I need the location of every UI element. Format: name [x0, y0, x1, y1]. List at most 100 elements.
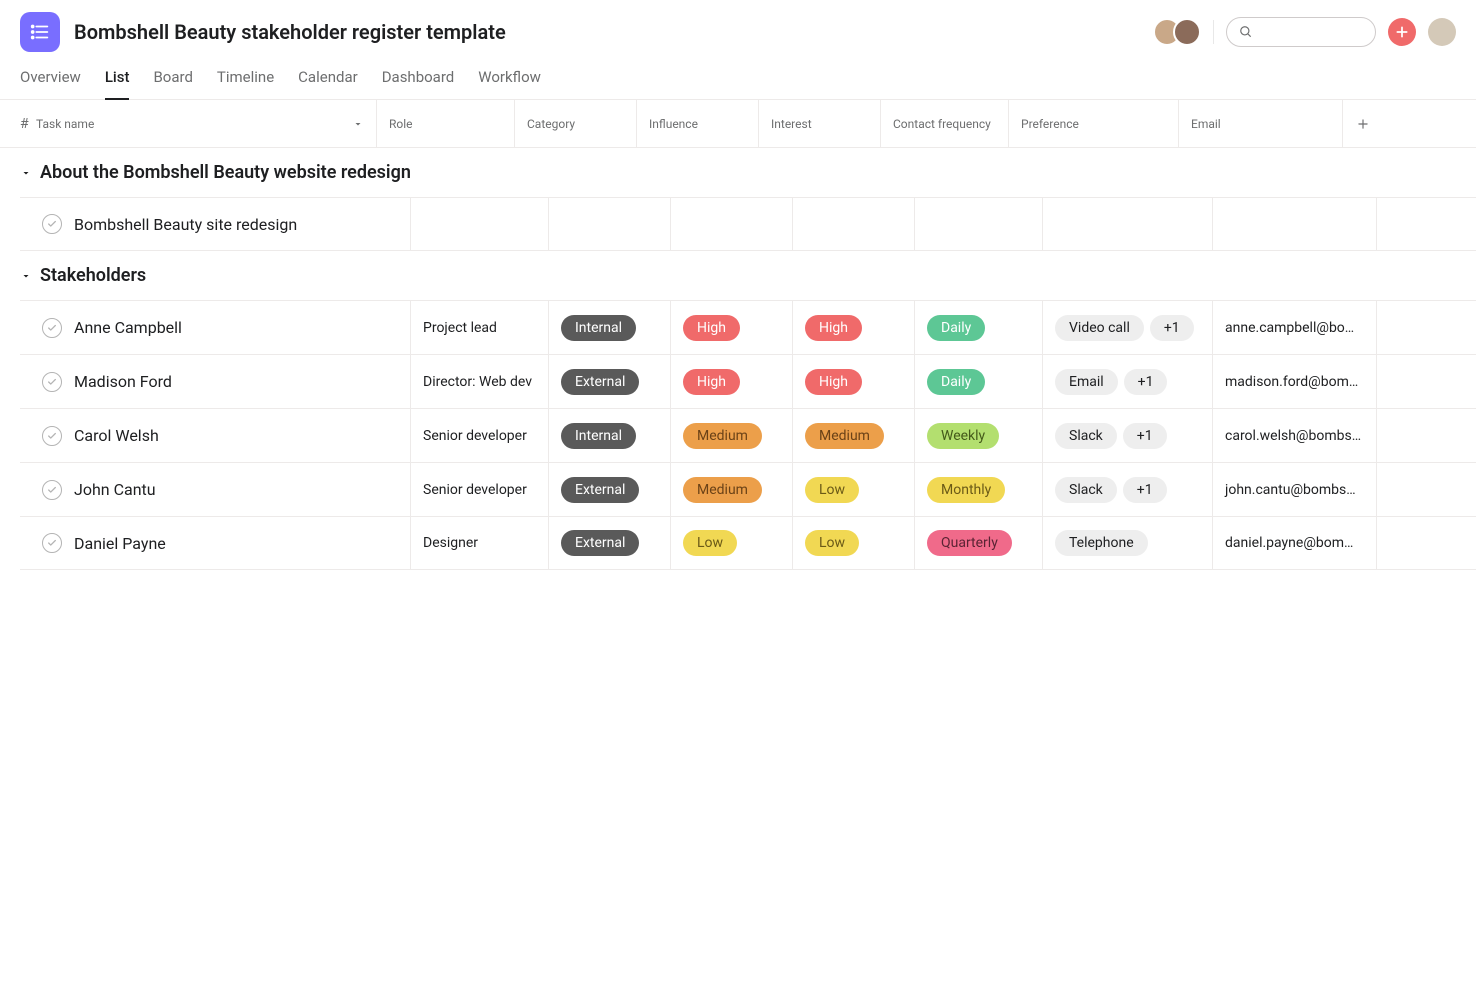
cell-role[interactable]: Senior developer [411, 409, 549, 462]
cell-preference[interactable]: Slack+1 [1043, 409, 1213, 462]
task-row[interactable]: Daniel PayneDesigner External Low Low Quarte… [20, 516, 1476, 570]
complete-icon[interactable] [42, 426, 62, 446]
cell-preference[interactable]: Slack+1 [1043, 463, 1213, 516]
tag-high[interactable]: High [683, 315, 740, 341]
tag-low[interactable]: Low [805, 530, 859, 556]
task-row[interactable]: Anne CampbellProject lead Internal High Hig… [20, 300, 1476, 354]
section-header[interactable]: Stakeholders [0, 251, 1476, 300]
cell-role[interactable]: Project lead [411, 301, 549, 354]
cell-frequency[interactable]: Daily [915, 355, 1043, 408]
col-frequency[interactable]: Contact frequency [881, 100, 1009, 147]
cell-email[interactable]: daniel.payne@bom… [1213, 517, 1377, 569]
col-hash[interactable]: # [0, 100, 24, 147]
cell-email[interactable]: madison.ford@bom… [1213, 355, 1377, 408]
tag-+1[interactable]: +1 [1123, 477, 1167, 503]
cell-category[interactable]: External [549, 463, 671, 516]
cell-task-name[interactable]: Anne Campbell [20, 301, 411, 354]
cell-interest[interactable]: Low [793, 517, 915, 569]
cell-frequency[interactable]: Monthly [915, 463, 1043, 516]
tag-+1[interactable]: +1 [1123, 423, 1167, 449]
cell-preference[interactable]: Video call+1 [1043, 301, 1213, 354]
col-task-name[interactable]: Task name [24, 100, 377, 147]
tab-dashboard[interactable]: Dashboard [382, 68, 455, 100]
cell-role[interactable]: Designer [411, 517, 549, 569]
complete-icon[interactable] [42, 480, 62, 500]
cell-interest[interactable]: High [793, 301, 915, 354]
cell-interest[interactable]: Low [793, 463, 915, 516]
cell-email[interactable]: john.cantu@bombs… [1213, 463, 1377, 516]
tab-workflow[interactable]: Workflow [478, 68, 541, 100]
cell-task-name[interactable]: Carol Welsh [20, 409, 411, 462]
complete-icon[interactable] [42, 214, 62, 234]
tag-video-call[interactable]: Video call [1055, 315, 1144, 341]
cell-email[interactable] [1213, 198, 1377, 250]
cell-frequency[interactable]: Daily [915, 301, 1043, 354]
tag-slack[interactable]: Slack [1055, 477, 1117, 503]
task-row[interactable]: Carol WelshSenior developer Internal Mediu… [20, 408, 1476, 462]
tab-timeline[interactable]: Timeline [217, 68, 274, 100]
tag-internal[interactable]: Internal [561, 315, 636, 341]
tag-high[interactable]: High [805, 369, 862, 395]
cell-influence[interactable]: Medium [671, 409, 793, 462]
cell-category[interactable]: External [549, 355, 671, 408]
tab-calendar[interactable]: Calendar [298, 68, 358, 100]
col-influence[interactable]: Influence [637, 100, 759, 147]
cell-influence[interactable] [671, 198, 793, 250]
tag-external[interactable]: External [561, 369, 639, 395]
cell-task-name[interactable]: Madison Ford [20, 355, 411, 408]
tag-weekly[interactable]: Weekly [927, 423, 999, 449]
section-header[interactable]: About the Bombshell Beauty website redes… [0, 148, 1476, 197]
tag-+1[interactable]: +1 [1124, 369, 1168, 395]
tag-external[interactable]: External [561, 477, 639, 503]
tab-overview[interactable]: Overview [20, 68, 81, 100]
tag-internal[interactable]: Internal [561, 423, 636, 449]
complete-icon[interactable] [42, 372, 62, 392]
tag-medium[interactable]: Medium [805, 423, 884, 449]
cell-task-name[interactable]: Daniel Payne [20, 517, 411, 569]
tab-board[interactable]: Board [153, 68, 192, 100]
cell-interest[interactable]: Medium [793, 409, 915, 462]
tag-high[interactable]: High [683, 369, 740, 395]
cell-frequency[interactable]: Quarterly [915, 517, 1043, 569]
cell-influence[interactable]: Medium [671, 463, 793, 516]
cell-category[interactable]: External [549, 517, 671, 569]
tag-monthly[interactable]: Monthly [927, 477, 1005, 503]
tag-daily[interactable]: Daily [927, 315, 985, 341]
tag-external[interactable]: External [561, 530, 639, 556]
cell-email[interactable]: carol.welsh@bombs… [1213, 409, 1377, 462]
cell-role[interactable] [411, 198, 549, 250]
col-role[interactable]: Role [377, 100, 515, 147]
search-input[interactable] [1226, 17, 1376, 47]
cell-influence[interactable]: High [671, 355, 793, 408]
cell-category[interactable] [549, 198, 671, 250]
avatar[interactable] [1173, 18, 1201, 46]
cell-influence[interactable]: High [671, 301, 793, 354]
cell-email[interactable]: anne.campbell@bo… [1213, 301, 1377, 354]
cell-frequency[interactable]: Weekly [915, 409, 1043, 462]
tag-medium[interactable]: Medium [683, 477, 762, 503]
user-avatar[interactable] [1428, 18, 1456, 46]
cell-interest[interactable]: High [793, 355, 915, 408]
tag-daily[interactable]: Daily [927, 369, 985, 395]
tag-slack[interactable]: Slack [1055, 423, 1117, 449]
tag-low[interactable]: Low [805, 477, 859, 503]
project-members[interactable] [1153, 18, 1201, 46]
task-row[interactable]: John CantuSenior developerExternalMedium… [20, 462, 1476, 516]
cell-task-name[interactable]: John Cantu [20, 463, 411, 516]
complete-icon[interactable] [42, 533, 62, 553]
tag-email[interactable]: Email [1055, 369, 1118, 395]
col-preference[interactable]: Preference [1009, 100, 1179, 147]
cell-interest[interactable] [793, 198, 915, 250]
cell-preference[interactable]: Telephone [1043, 517, 1213, 569]
project-title[interactable]: Bombshell Beauty stakeholder register te… [74, 20, 1139, 44]
col-interest[interactable]: Interest [759, 100, 881, 147]
tag-low[interactable]: Low [683, 530, 737, 556]
add-column-button[interactable] [1343, 100, 1383, 147]
task-row[interactable]: Madison FordDirector: Web devExternalHig… [20, 354, 1476, 408]
col-email[interactable]: Email [1179, 100, 1343, 147]
tag-+1[interactable]: +1 [1150, 315, 1194, 341]
cell-preference[interactable]: Email+1 [1043, 355, 1213, 408]
tag-high[interactable]: High [805, 315, 862, 341]
add-button[interactable] [1388, 18, 1416, 46]
cell-task-name[interactable]: Bombshell Beauty site redesign [20, 198, 411, 250]
